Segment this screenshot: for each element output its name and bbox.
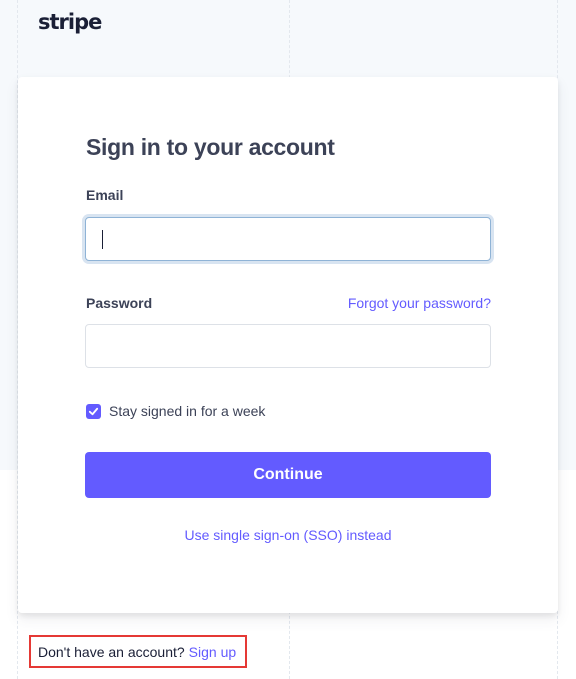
stay-signed-in-row[interactable]: Stay signed in for a week — [86, 403, 265, 419]
sso-link[interactable]: Use single sign-on (SSO) instead — [18, 527, 558, 543]
signup-prompt-text: Don't have an account? — [38, 643, 185, 660]
stripe-logo[interactable]: stripe — [38, 10, 102, 34]
email-field[interactable] — [85, 217, 491, 261]
text-caret — [102, 230, 103, 249]
checkmark-icon — [88, 407, 99, 415]
email-label: Email — [86, 187, 124, 203]
continue-button[interactable]: Continue — [85, 452, 491, 498]
stay-signed-in-label: Stay signed in for a week — [109, 403, 266, 419]
signin-card: Sign in to your account Email Password F… — [18, 77, 558, 613]
page-title: Sign in to your account — [86, 134, 335, 160]
signup-prompt: Don't have an account? Sign up — [29, 635, 247, 668]
stay-signed-in-checkbox[interactable] — [86, 403, 101, 419]
signup-link[interactable]: Sign up — [189, 644, 236, 660]
password-label: Password — [86, 295, 153, 311]
forgot-password-link[interactable]: Forgot your password? — [348, 295, 491, 311]
password-field[interactable] — [85, 324, 491, 368]
